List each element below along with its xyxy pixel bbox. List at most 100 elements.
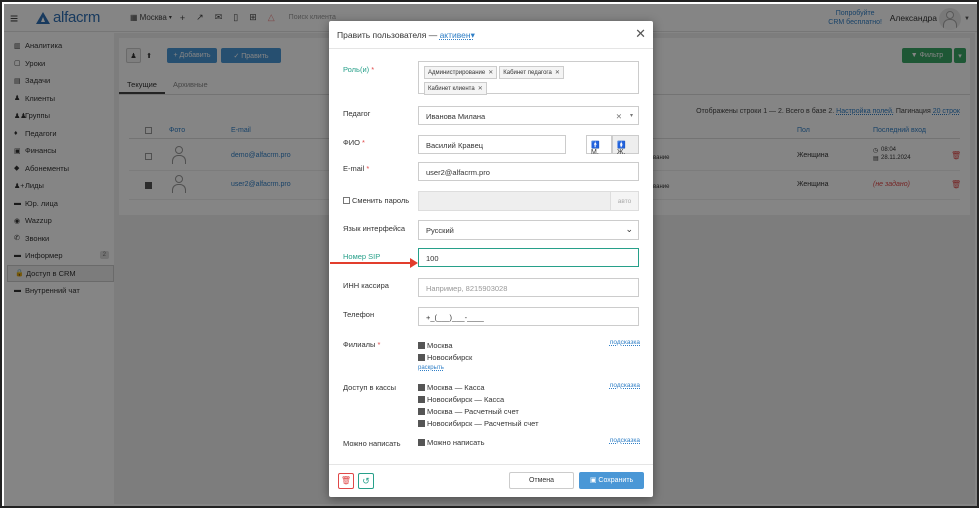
hint-link[interactable]: подсказка [610, 339, 640, 346]
modal-title-text: Править пользователя — [337, 30, 438, 40]
checkbox-icon [418, 408, 425, 415]
status-label: активен [439, 30, 471, 40]
cash-option[interactable]: Новосибирск — Касса [418, 395, 504, 404]
checkbox-icon [418, 384, 425, 391]
required-mark: * [366, 164, 370, 173]
language-label: Язык интерфейса [343, 224, 406, 233]
phone-input[interactable]: +_(___)___-____ [418, 307, 639, 326]
teacher-select[interactable]: Иванова Милана ✕ ▾ [418, 106, 639, 125]
female-icon: 🚺 [617, 142, 626, 149]
checkbox-icon [418, 354, 425, 361]
email-label: E-mail * [343, 164, 369, 173]
inn-placeholder: Например, 8215903028 [426, 284, 508, 293]
edit-user-modal: Править пользователя — активен▾ ✕ Роль(и… [329, 21, 653, 497]
cash-access-label: Доступ в кассы [343, 383, 397, 392]
password-input [418, 191, 639, 211]
branches-label: Филиалы * [343, 340, 380, 349]
phone-label: Телефон [343, 310, 375, 319]
cash-label: Новосибирск — Расчетный счет [427, 419, 539, 428]
language-value: Русский [426, 226, 454, 235]
cash-option[interactable]: Новосибирск — Расчетный счет [418, 419, 539, 428]
status-dropdown[interactable]: активен▾ [440, 30, 475, 40]
save-icon: ▣ [589, 477, 597, 484]
remove-icon[interactable]: ✕ [478, 86, 483, 92]
fio-value: Василий Кравец [426, 141, 484, 150]
sip-label: Номер SIP [343, 252, 381, 261]
roles-multiselect[interactable]: Администрирование ✕ Кабинет педагога ✕ Каби… [418, 61, 639, 95]
branch-label: Новосибирск [427, 353, 473, 362]
save-button[interactable]: ▣ Сохранить [579, 472, 644, 489]
roles-label: Роль(и) * [343, 65, 374, 74]
save-label: Сохранить [598, 477, 634, 484]
gender-male-label: М. [591, 149, 599, 156]
teacher-label: Педагог [343, 109, 371, 118]
fio-input[interactable]: Василий Кравец [418, 135, 566, 154]
role-tag[interactable]: Администрирование ✕ [424, 66, 498, 79]
gender-female-label: Ж. [617, 149, 626, 156]
checkbox-icon [418, 396, 425, 403]
teacher-value: Иванова Милана [426, 112, 486, 121]
checkbox-icon [343, 197, 350, 204]
language-select[interactable]: Русский ⌄ [418, 220, 639, 240]
role-tag-label: Администрирование [428, 70, 486, 76]
role-tag[interactable]: Кабинет педагога ✕ [499, 66, 564, 79]
email-label-text: E-mail [343, 164, 365, 173]
branch-option[interactable]: Москва [418, 341, 453, 350]
remove-icon[interactable]: ✕ [488, 70, 493, 76]
hint-link[interactable]: подсказка [610, 437, 640, 444]
clear-icon[interactable]: ✕ [616, 112, 622, 121]
branch-label: Москва [427, 341, 453, 350]
required-mark: * [377, 340, 381, 349]
inn-label: ИНН кассира [343, 281, 389, 290]
sip-value: 100 [426, 254, 439, 263]
divider [329, 48, 653, 49]
cash-option[interactable]: Москва — Касса [418, 383, 484, 392]
sip-input[interactable]: 100 [418, 248, 639, 267]
cash-label: Москва — Касса [427, 383, 485, 392]
email-value: user2@alfacrm.pro [426, 168, 490, 177]
modal-title: Править пользователя — активен▾ [337, 30, 475, 41]
required-mark: * [362, 138, 365, 147]
cash-label: Новосибирск — Касса [427, 395, 505, 404]
branch-option[interactable]: Новосибирск [418, 353, 472, 362]
change-password-label: Сменить пароль [352, 196, 410, 205]
cancel-label: Отмена [528, 477, 555, 484]
checkbox-icon [418, 439, 425, 446]
expand-link[interactable]: раскрыть [418, 365, 444, 371]
password-generate-button: авто [610, 191, 639, 211]
remove-icon[interactable]: ✕ [555, 70, 560, 76]
gender-male-button[interactable]: 🚹М. [586, 135, 612, 156]
modal-footer [329, 464, 653, 465]
restore-button[interactable]: ↺ [358, 473, 374, 489]
can-write-value: Можно написать [427, 438, 485, 447]
role-tag-label: Кабинет педагога [503, 70, 552, 76]
chevron-down-icon: ⌄ [625, 224, 633, 234]
checkbox-icon [418, 420, 425, 427]
can-write-option[interactable]: Можно написать [418, 438, 485, 447]
close-icon[interactable]: ✕ [635, 26, 646, 42]
hint-link[interactable]: подсказка [610, 382, 640, 389]
required-mark: * [371, 65, 375, 74]
cash-label: Москва — Расчетный счет [427, 407, 519, 416]
gender-female-button[interactable]: 🚺Ж. [612, 135, 639, 156]
chevron-down-icon[interactable]: ▾ [630, 112, 633, 119]
roles-label-text: Роль(и) [343, 65, 370, 74]
phone-value: +_(___)___-____ [426, 313, 484, 322]
annotation-arrow [330, 258, 418, 268]
fio-label: ФИО * [343, 138, 365, 147]
inn-input[interactable]: Например, 8215903028 [418, 278, 639, 297]
male-icon: 🚹 [591, 142, 600, 149]
cancel-button[interactable]: Отмена [509, 472, 574, 489]
can-write-label: Можно написать [343, 439, 401, 448]
trash-icon: 🗑 [340, 476, 352, 485]
email-field[interactable]: user2@alfacrm.pro [418, 162, 639, 181]
role-tag[interactable]: Кабинет клиента ✕ [424, 82, 487, 95]
role-tag-label: Кабинет клиента [428, 86, 475, 92]
app-frame: ≡ alfacrm ▦ Москва ▾ + ↗ ✉ ▯ ⊞ △ Поиск к… [0, 0, 979, 508]
cash-option[interactable]: Москва — Расчетный счет [418, 407, 519, 416]
undo-icon: ↺ [362, 476, 370, 486]
change-password-checkbox[interactable]: Сменить пароль [343, 196, 409, 205]
branches-label-text: Филиалы [343, 340, 376, 349]
delete-button[interactable]: 🗑 [338, 473, 354, 489]
fio-label-text: ФИО [343, 138, 360, 147]
